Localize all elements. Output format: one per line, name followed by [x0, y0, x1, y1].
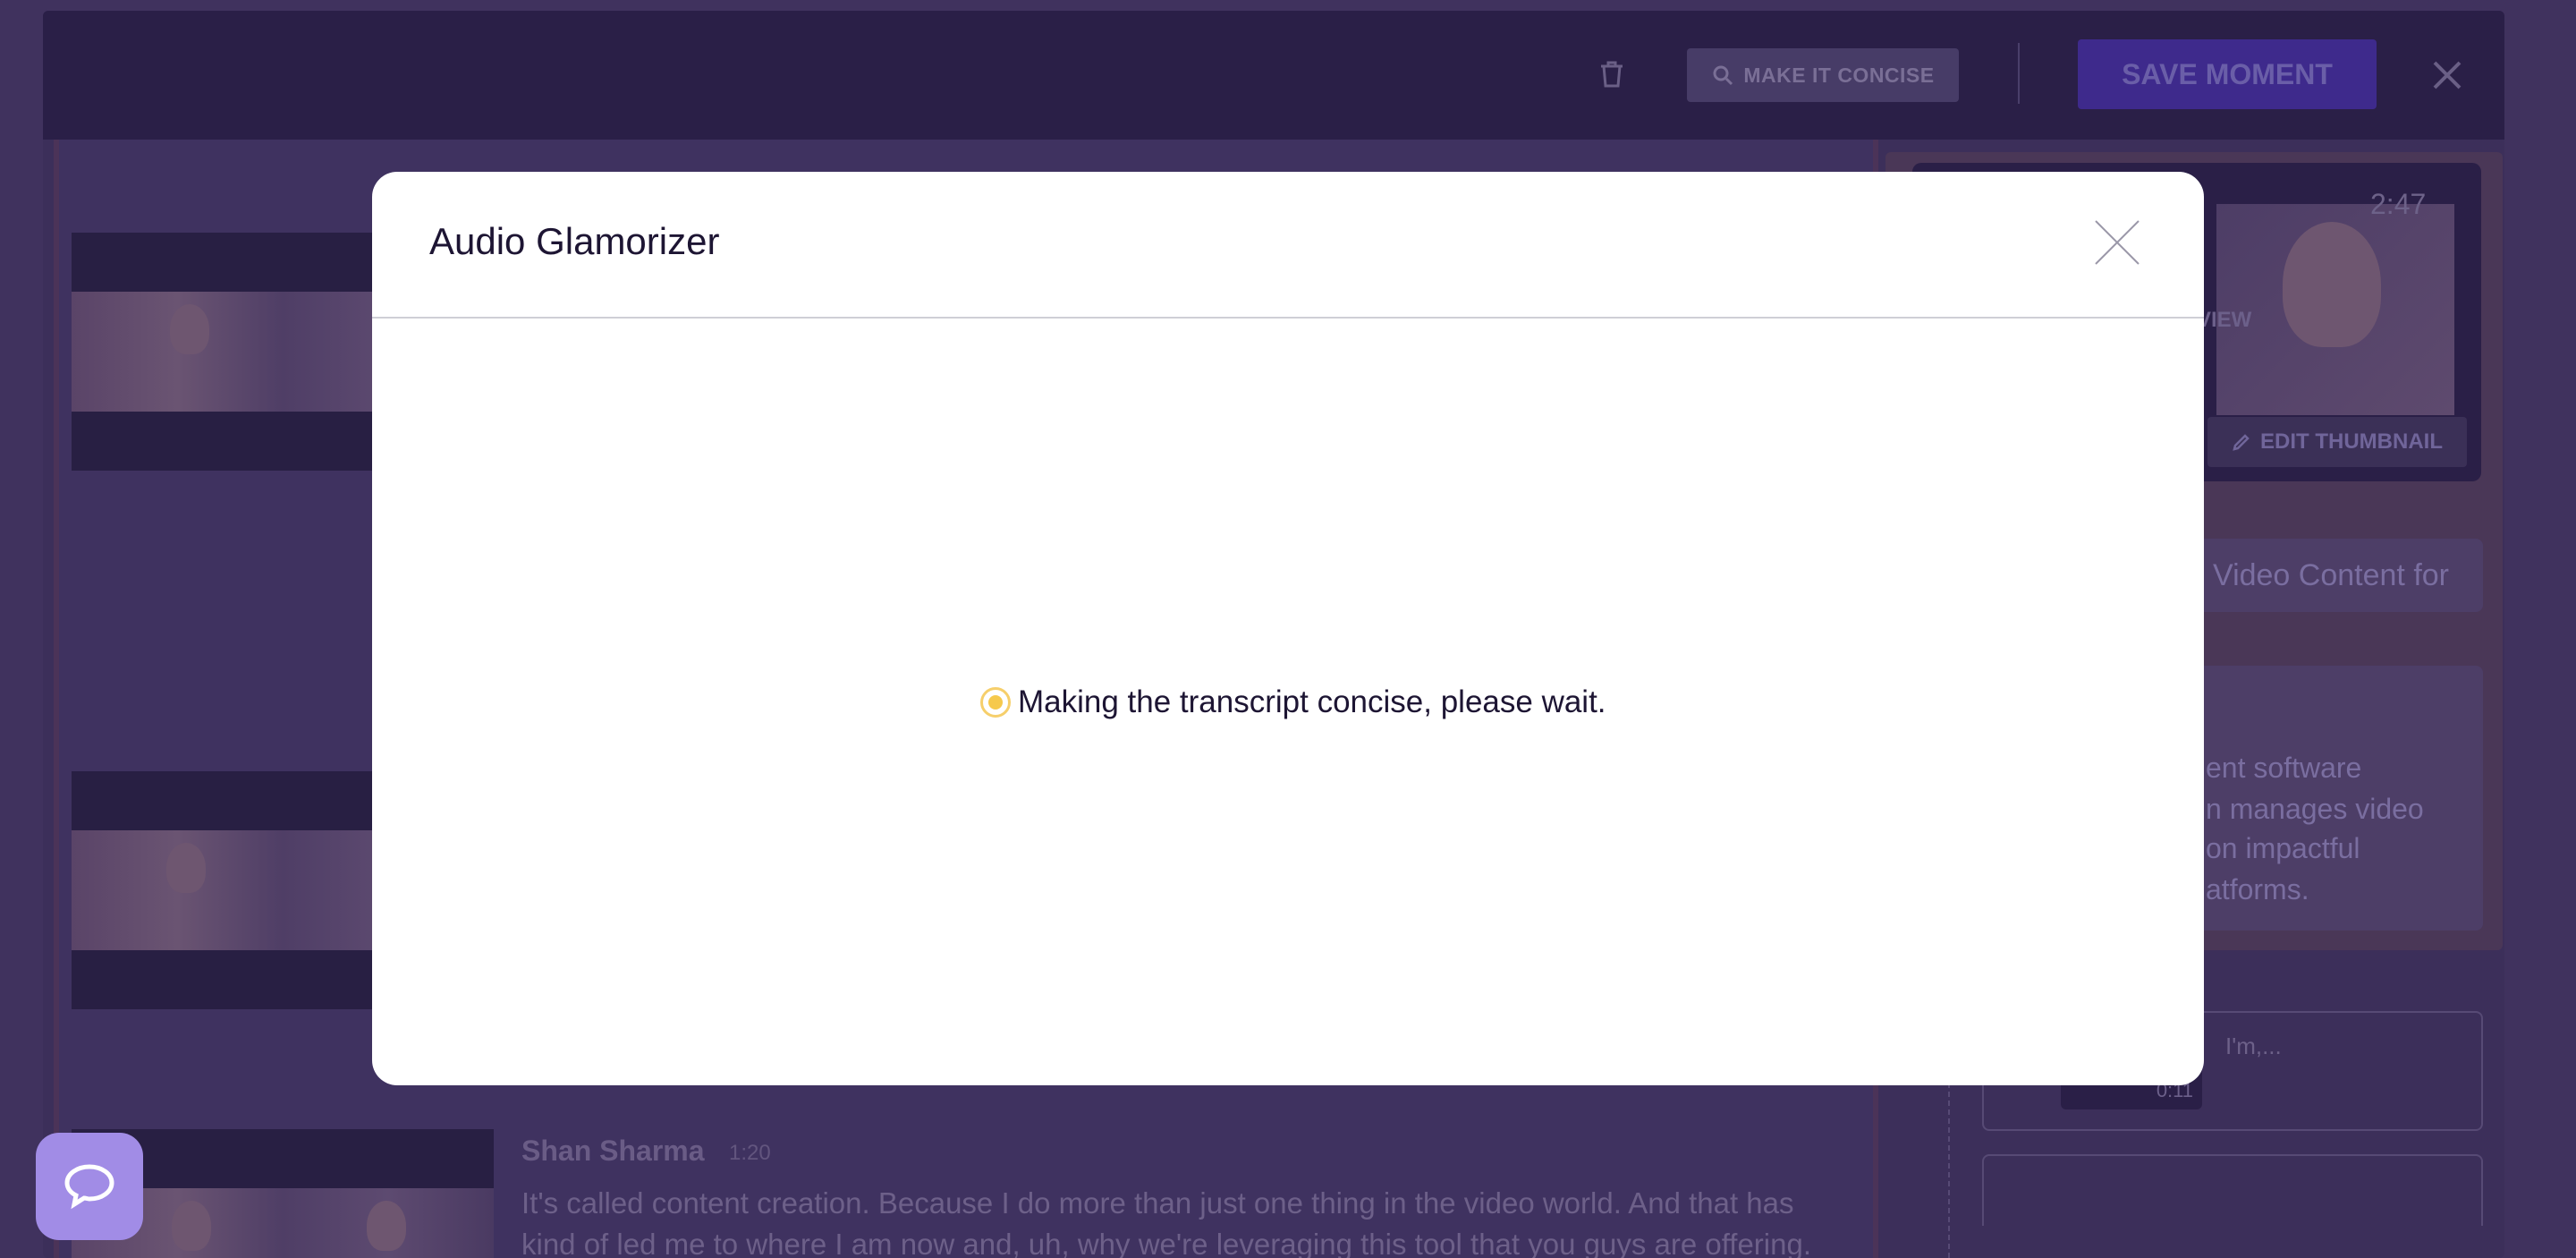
trash-icon	[1601, 61, 1623, 88]
transcript-line[interactable]: It's called content creation. Because I …	[521, 1186, 1794, 1220]
speaker-timestamp: 1:20	[729, 1141, 771, 1165]
help-chat-button[interactable]	[36, 1133, 143, 1240]
close-icon	[2095, 220, 2140, 265]
dialog-close-button[interactable]	[2093, 218, 2141, 267]
save-moment-button[interactable]: SAVE MOMENT	[2078, 39, 2377, 109]
close-editor-button[interactable]	[2429, 57, 2465, 93]
dialog-header: Audio Glamorizer	[372, 172, 2204, 319]
loading-message: Making the transcript concise, please wa…	[1018, 684, 1606, 719]
audio-glamorizer-dialog: Audio Glamorizer Making the transcript c…	[372, 172, 2204, 1085]
moment-title-field[interactable]: Video Content for	[2197, 539, 2483, 612]
edit-thumbnail-label: EDIT THUMBNAIL	[2260, 429, 2443, 454]
preview-video[interactable]	[2216, 204, 2454, 415]
loading-indicator: Making the transcript concise, please wa…	[980, 684, 1606, 720]
moment-snippet: I'm,...	[2225, 1033, 2282, 1059]
speaker-face	[166, 843, 206, 893]
speaker-name: Shan Sharma	[521, 1135, 705, 1167]
speaker-face	[2283, 222, 2381, 347]
make-it-concise-button[interactable]: MAKE IT CONCISE	[1687, 48, 1959, 102]
speaker-face	[172, 1201, 211, 1251]
description-line: on impactful	[2206, 832, 2360, 864]
delete-button[interactable]	[1597, 59, 1626, 89]
speaker-face	[170, 304, 209, 354]
speaker-face	[367, 1201, 406, 1251]
dialog-title: Audio Glamorizer	[429, 220, 720, 262]
description-line: ent software	[2206, 752, 2362, 784]
close-icon	[2433, 61, 2462, 89]
magic-wand-icon	[1713, 65, 1733, 86]
make-it-concise-label: MAKE IT CONCISE	[1743, 63, 1935, 87]
pencil-icon	[2233, 434, 2250, 451]
description-line: n manages video	[2206, 793, 2424, 825]
moment-card[interactable]	[1982, 1154, 2483, 1226]
preview-duration: 2:47	[2370, 188, 2427, 220]
loading-spinner-icon	[980, 687, 1011, 718]
transcript-line[interactable]: kind of led me to where I am now and, uh…	[521, 1228, 1811, 1258]
chat-bubble-icon	[64, 1164, 114, 1210]
toolbar-divider	[2018, 43, 2020, 104]
description-line: atforms.	[2206, 873, 2309, 905]
preview-button-label[interactable]: VIEW	[2197, 308, 2251, 333]
edit-thumbnail-button[interactable]: EDIT THUMBNAIL	[2207, 417, 2467, 467]
